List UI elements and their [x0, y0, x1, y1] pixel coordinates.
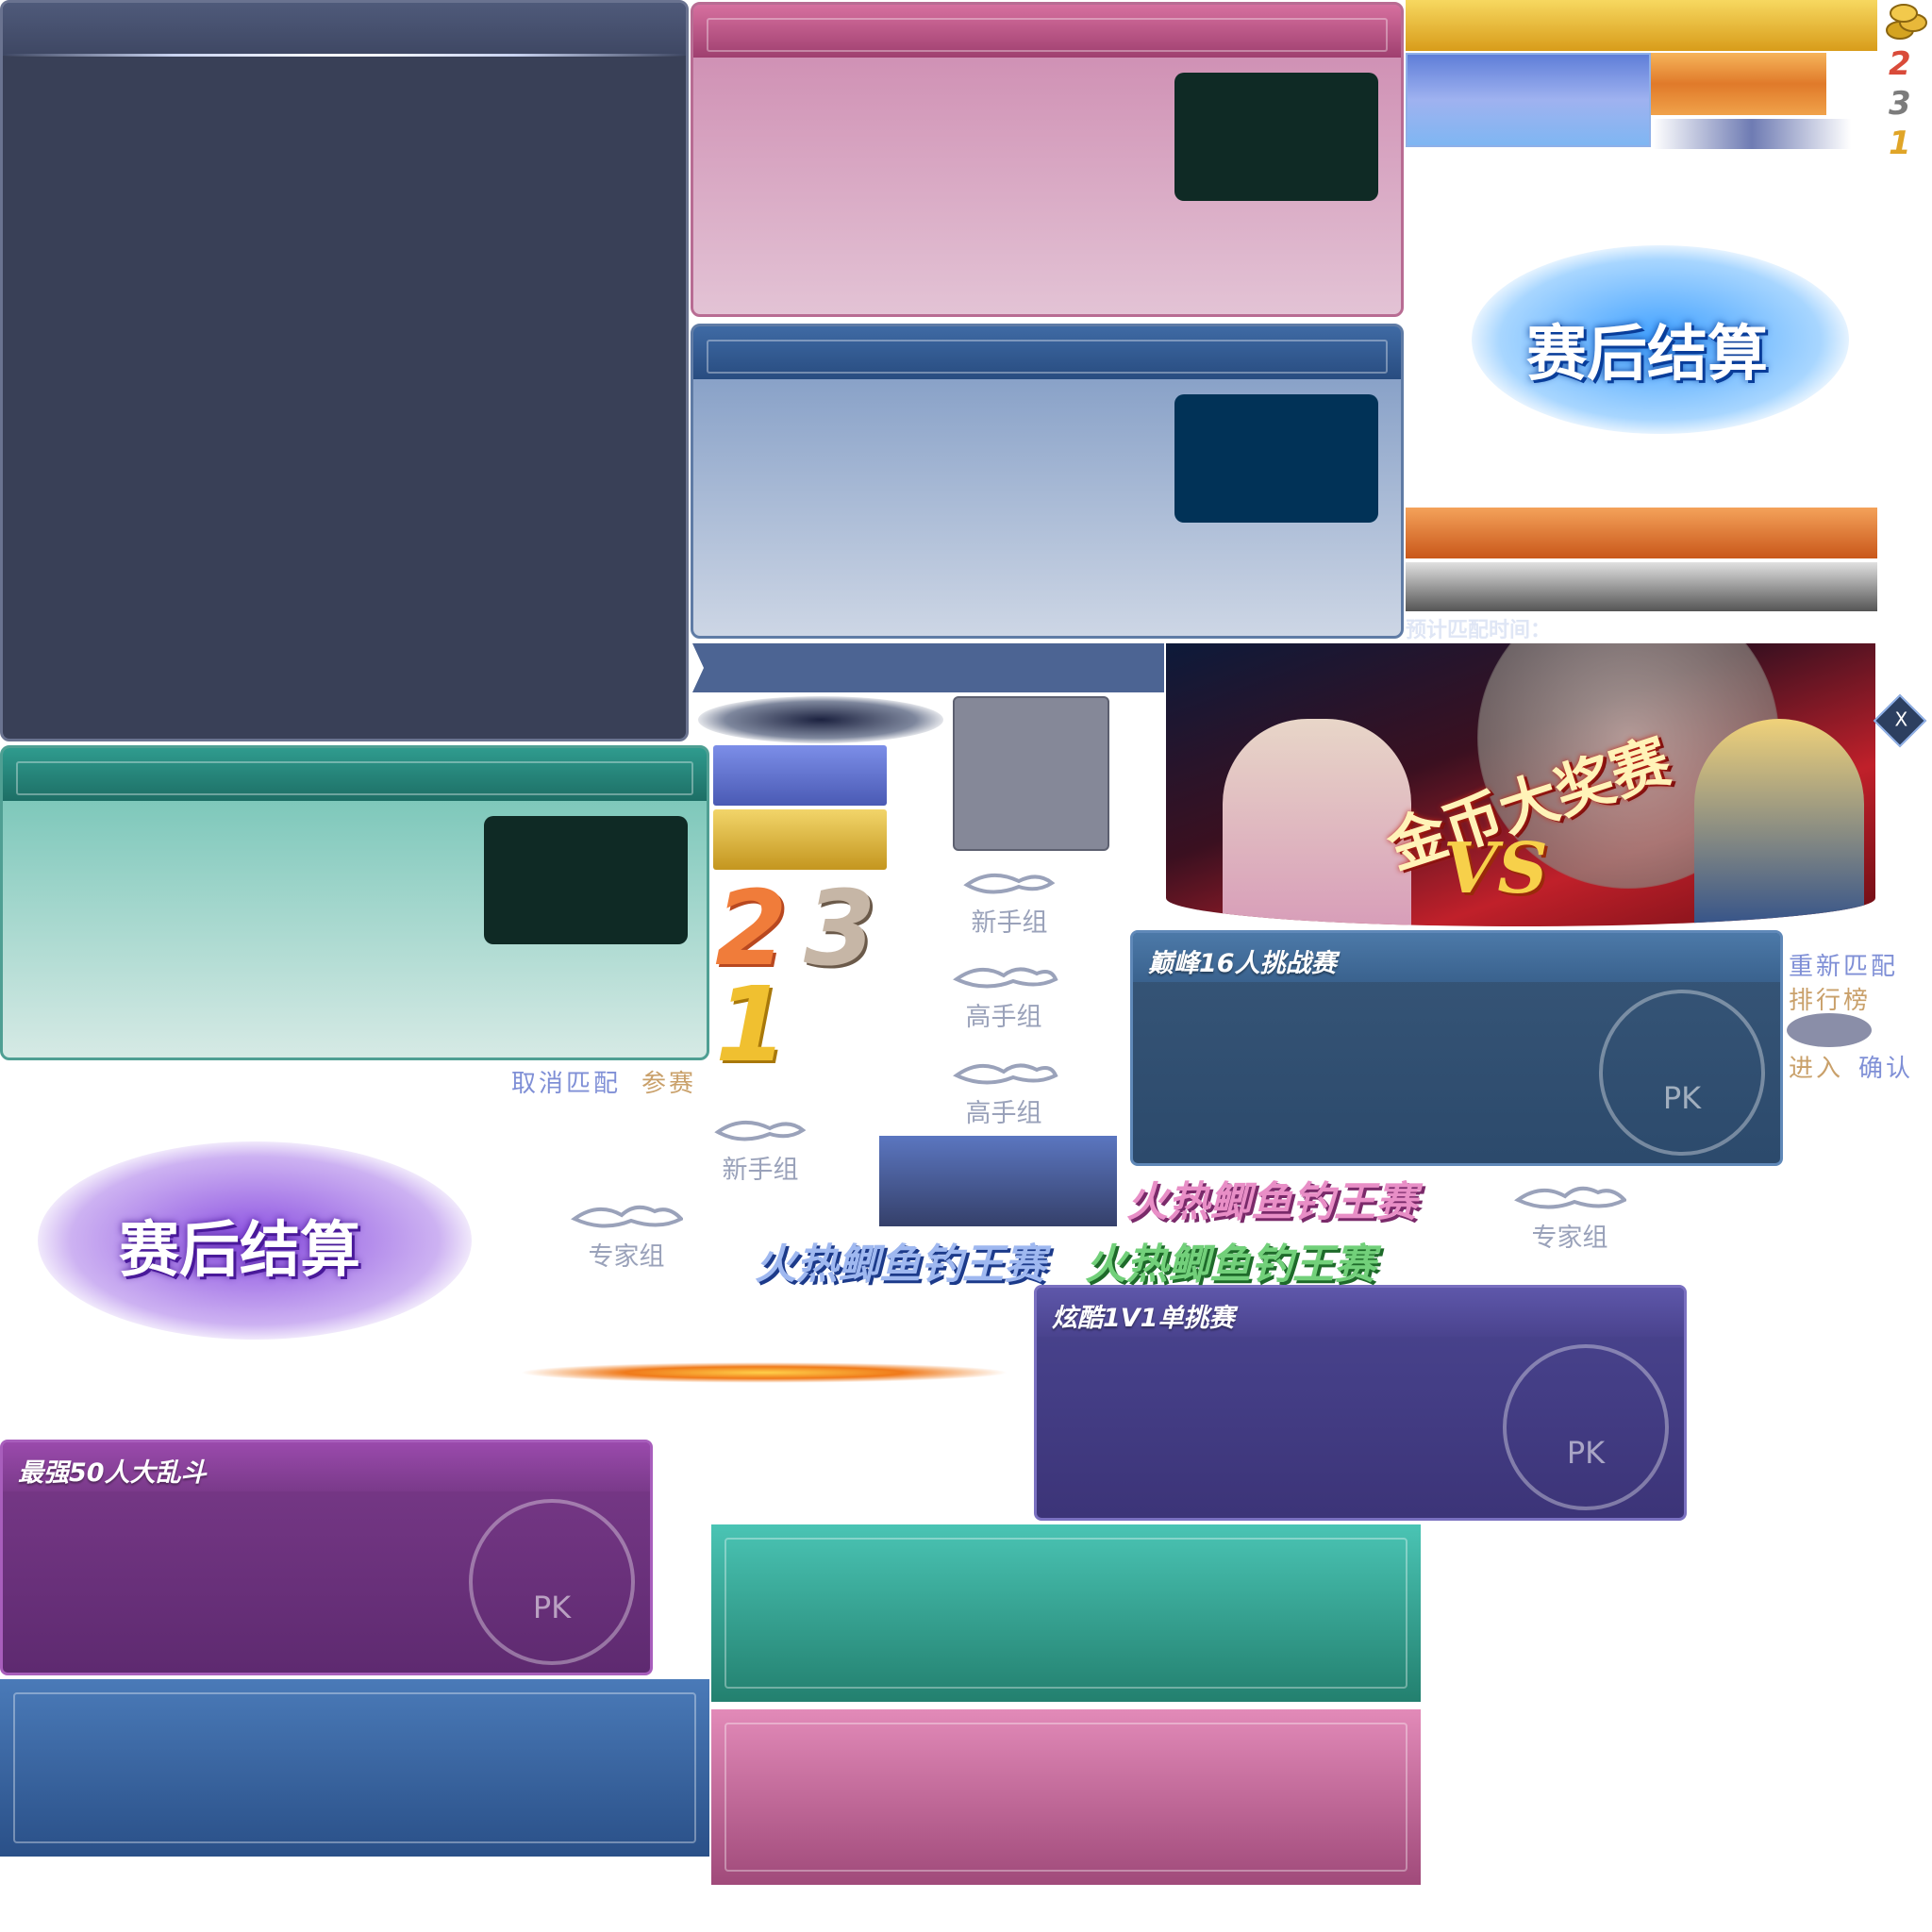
vs-text: VS [1443, 828, 1548, 909]
rank-large-3: 3 [804, 868, 876, 989]
group-label: 高手组 [965, 1003, 1042, 1032]
navy-arrow-bar [692, 643, 1164, 692]
rank-small-3: 3 [1889, 85, 1911, 123]
pk-label: PK [1566, 1435, 1606, 1471]
blue-gradient-block [879, 1136, 1117, 1226]
panel-inner-frame [13, 1692, 696, 1843]
group-label: 专家组 [588, 1242, 665, 1272]
estimated-match-time-label: 预计匹配时间： [1406, 619, 1552, 642]
pink-panel [691, 2, 1404, 317]
gold-tournament-banner: 金币大奖赛 VS [1166, 643, 1875, 926]
blue-panel [691, 324, 1404, 639]
group-master: 专家组 [1513, 1179, 1626, 1254]
panel-header [3, 3, 686, 56]
group-label: 高手组 [965, 1099, 1042, 1128]
gradient-divider [1653, 119, 1851, 149]
group-expert: 高手组 [947, 958, 1060, 1033]
event-title-blue: 火热鲫鱼钓王赛 [755, 1241, 1045, 1289]
group-novice: 新手组 [704, 1111, 817, 1186]
oval-button[interactable] [1787, 1013, 1872, 1047]
content-slot [1174, 73, 1378, 201]
content-slot [484, 816, 688, 944]
group-label: 新手组 [722, 1156, 799, 1185]
group-label: 新手组 [971, 908, 1048, 938]
fish-icon [963, 874, 1056, 894]
event-title-green: 火热鲫鱼钓王赛 [1085, 1241, 1375, 1289]
fish-icon [571, 1205, 683, 1228]
confirm-button[interactable]: 确认 [1858, 1049, 1913, 1084]
fish-icon [1514, 1186, 1626, 1209]
pk-emblem: PK [1599, 990, 1765, 1156]
panel-header [693, 5, 1401, 58]
group-novice: 新手组 [953, 864, 1066, 939]
pk-emblem: PK [469, 1499, 635, 1665]
orange-tab-button[interactable] [1651, 53, 1826, 115]
gray-square [953, 696, 1109, 851]
enter-button[interactable]: 进入 [1789, 1049, 1843, 1084]
group-label: 专家组 [1531, 1224, 1608, 1253]
teal-panel [0, 745, 709, 1060]
coin-stack-icon [1885, 2, 1928, 42]
shadow-ellipse [698, 696, 943, 743]
content-slot [1174, 394, 1378, 523]
fish-icon [714, 1121, 807, 1141]
group-expert: 高手组 [947, 1055, 1060, 1129]
pink-bottom-panel [711, 1709, 1421, 1885]
event-title-pink: 火热鲫鱼钓王赛 [1126, 1178, 1417, 1226]
blue-bottom-panel [0, 1679, 709, 1857]
pk-label: PK [1662, 1080, 1702, 1116]
panel-header [693, 326, 1401, 379]
result-logo-blue: 赛后结算 [1415, 208, 1906, 472]
join-button[interactable]: 参赛 [641, 1064, 696, 1099]
panel-inner-frame [724, 1723, 1407, 1872]
cool1v1-card[interactable]: 炫酷1V1单挑赛 PK [1034, 1285, 1687, 1521]
rank-small-2: 2 [1889, 45, 1911, 83]
panel-header [3, 748, 707, 801]
card-title: 炫酷1V1单挑赛 [1052, 1304, 1235, 1333]
peak16-card[interactable]: 巅峰16人挑战赛 PK [1130, 930, 1783, 1166]
large-navy-panel [0, 0, 689, 741]
result-logo-purple: 赛后结算 [0, 1104, 509, 1377]
group-master: 专家组 [570, 1198, 683, 1273]
gold-bar [1406, 0, 1877, 51]
fish-icon [953, 967, 1058, 989]
blue-tab-button[interactable] [1406, 53, 1651, 147]
panel-inner-frame [724, 1538, 1407, 1689]
logo-text: 赛后结算 [1526, 319, 1768, 390]
rank-small-1: 1 [1889, 125, 1911, 162]
cancel-match-button[interactable]: 取消匹配 [511, 1064, 621, 1099]
pk-emblem: PK [1503, 1344, 1669, 1510]
rematch-button[interactable]: 重新匹配 [1789, 947, 1898, 982]
rank-large-1: 1 [715, 964, 788, 1085]
blue-button[interactable] [713, 745, 887, 806]
fish-icon [953, 1063, 1058, 1085]
card-title: 巅峰16人挑战赛 [1148, 949, 1337, 978]
logo-text: 赛后结算 [119, 1215, 360, 1286]
gold-button[interactable] [713, 809, 887, 870]
orange-glow-line [519, 1362, 1009, 1383]
character-right [1694, 719, 1864, 926]
close-icon[interactable]: X [1873, 693, 1927, 748]
orange-strip [1406, 508, 1877, 558]
pk-label: PK [532, 1590, 572, 1625]
leaderboard-button[interactable]: 排行榜 [1789, 981, 1871, 1016]
gray-strip [1406, 562, 1877, 611]
brawl50-card[interactable]: 最强50人大乱斗 PK [0, 1440, 653, 1675]
teal-bottom-panel [711, 1524, 1421, 1702]
card-title: 最强50人大乱斗 [18, 1458, 207, 1488]
header-glow-line [3, 54, 686, 57]
close-label: X [1894, 708, 1908, 731]
